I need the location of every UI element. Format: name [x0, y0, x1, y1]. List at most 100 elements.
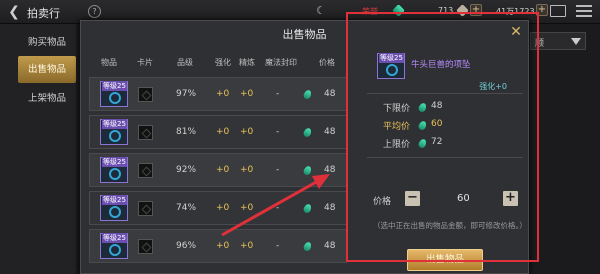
row-enhance: +0	[216, 165, 230, 175]
honor-label: 荣誉	[362, 7, 378, 16]
row-grade: 81%	[176, 127, 197, 137]
table-row[interactable]: 等级25 96% +0 +0 - 48	[89, 229, 347, 263]
detail-enhance: 强化+0	[479, 82, 507, 91]
upper-price-label: 上限价	[383, 140, 411, 150]
col-price: 价格	[319, 58, 335, 67]
row-seal: -	[276, 203, 280, 213]
row-grade: 97%	[176, 89, 197, 99]
gem-icon	[417, 119, 428, 132]
item-level: 等级25	[102, 119, 127, 129]
row-price: 48	[324, 203, 336, 213]
increase-price-button[interactable]: +	[503, 191, 518, 206]
gem-icon	[302, 202, 313, 215]
necklace-icon: 等级25	[377, 53, 405, 79]
sidebar-item-buy[interactable]: 购买物品	[18, 29, 76, 56]
gem-count: 713	[438, 6, 454, 15]
row-enhance: +0	[216, 89, 230, 99]
gem-icon	[302, 126, 313, 139]
gem-icon	[417, 101, 428, 114]
close-icon[interactable]: ✕	[508, 24, 524, 40]
col-enhance: 强化	[215, 58, 231, 67]
moon-icon: ☾	[316, 4, 326, 17]
row-seal: -	[276, 165, 280, 175]
sidebar-item-sell[interactable]: 出售物品	[18, 56, 76, 83]
table-header: 物品 卡片 品级 强化 精炼 魔法封印 价格	[89, 57, 347, 71]
gem-icon	[302, 240, 313, 253]
necklace-icon: 等级25	[100, 81, 128, 107]
upper-price-value: 72	[431, 137, 443, 147]
row-price: 48	[324, 241, 336, 251]
row-seal: -	[276, 241, 280, 251]
page-title: 拍卖行	[27, 7, 60, 20]
lower-price-label: 下限价	[383, 104, 411, 114]
row-grade: 92%	[176, 165, 197, 175]
sidebar-item-listed[interactable]: 上架物品	[18, 85, 76, 112]
mail-icon[interactable]	[550, 5, 566, 17]
col-grade: 品级	[177, 58, 193, 67]
sell-dialog: 出售物品 ✕ 物品 卡片 品级 强化 精炼 魔法封印 价格 等级25 97% +…	[80, 20, 529, 274]
row-refine: +0	[240, 127, 254, 137]
row-enhance: +0	[216, 127, 230, 137]
necklace-icon: 等级25	[100, 119, 128, 145]
gem-icon	[302, 88, 313, 101]
card-slot-icon	[138, 163, 153, 178]
col-card: 卡片	[137, 58, 153, 67]
necklace-icon: 等级25	[100, 233, 128, 259]
card-slot-icon	[138, 125, 153, 140]
lower-price-value: 48	[431, 101, 443, 111]
detail-level: 等级25	[379, 53, 404, 63]
price-hint: （选中正在出售的物品金额，即可修改价格。）	[373, 221, 527, 230]
item-name: 牛头巨兽的项坠	[411, 60, 471, 70]
card-slot-icon	[138, 201, 153, 216]
row-price: 48	[324, 127, 336, 137]
item-level: 等级25	[102, 81, 127, 91]
item-level: 等级25	[102, 195, 127, 205]
necklace-icon: 等级25	[100, 157, 128, 183]
row-enhance: +0	[216, 203, 230, 213]
crystal-icon	[456, 4, 469, 17]
row-seal: -	[276, 89, 280, 99]
menu-icon[interactable]	[576, 5, 592, 17]
add-zeny-button[interactable]: +	[536, 4, 548, 16]
table-row[interactable]: 等级25 97% +0 +0 - 48	[89, 77, 347, 111]
dialog-title: 出售物品	[282, 28, 327, 41]
sell-item-button[interactable]: 出售物品	[407, 249, 483, 271]
row-price: 48	[324, 165, 336, 175]
add-gem-button[interactable]: +	[470, 4, 482, 16]
gem-icon	[392, 4, 405, 17]
card-slot-icon	[138, 87, 153, 102]
back-arrow-icon[interactable]: ❮	[6, 4, 22, 20]
card-slot-icon	[138, 239, 153, 254]
item-detail-panel: 等级25 牛头巨兽的项坠 强化+0 下限价 48 平均价 60 上限价 72 价…	[349, 43, 527, 273]
col-refine: 精炼	[239, 58, 255, 67]
price-value[interactable]: 60	[457, 193, 470, 204]
item-level: 等级25	[102, 233, 127, 243]
necklace-icon: 等级25	[100, 195, 128, 221]
row-refine: +0	[240, 241, 254, 251]
row-refine: +0	[240, 203, 254, 213]
gem-icon	[302, 164, 313, 177]
gem-icon	[417, 137, 428, 150]
sort-select-text: 顺	[535, 39, 545, 49]
item-level: 等级25	[102, 157, 127, 167]
divider	[367, 157, 523, 158]
table-row[interactable]: 等级25 92% +0 +0 - 48	[89, 153, 347, 187]
divider	[367, 93, 523, 94]
help-icon[interactable]: ?	[88, 5, 101, 18]
price-label: 价格	[373, 197, 392, 207]
col-item: 物品	[101, 58, 117, 67]
row-grade: 74%	[176, 203, 197, 213]
decrease-price-button[interactable]: −	[405, 191, 420, 206]
row-enhance: +0	[216, 241, 230, 251]
sidebar: 购买物品 出售物品 上架物品	[0, 24, 76, 274]
zeny-count: 41万1723	[496, 7, 535, 16]
sort-select[interactable]: 顺	[530, 32, 586, 50]
avg-price-label: 平均价	[383, 122, 411, 132]
table-row[interactable]: 等级25 74% +0 +0 - 48	[89, 191, 347, 225]
chevron-down-icon	[571, 38, 581, 45]
row-price: 48	[324, 89, 336, 99]
row-refine: +0	[240, 89, 254, 99]
avg-price-value: 60	[431, 119, 443, 129]
table-row[interactable]: 等级25 81% +0 +0 - 48	[89, 115, 347, 149]
row-grade: 96%	[176, 241, 197, 251]
